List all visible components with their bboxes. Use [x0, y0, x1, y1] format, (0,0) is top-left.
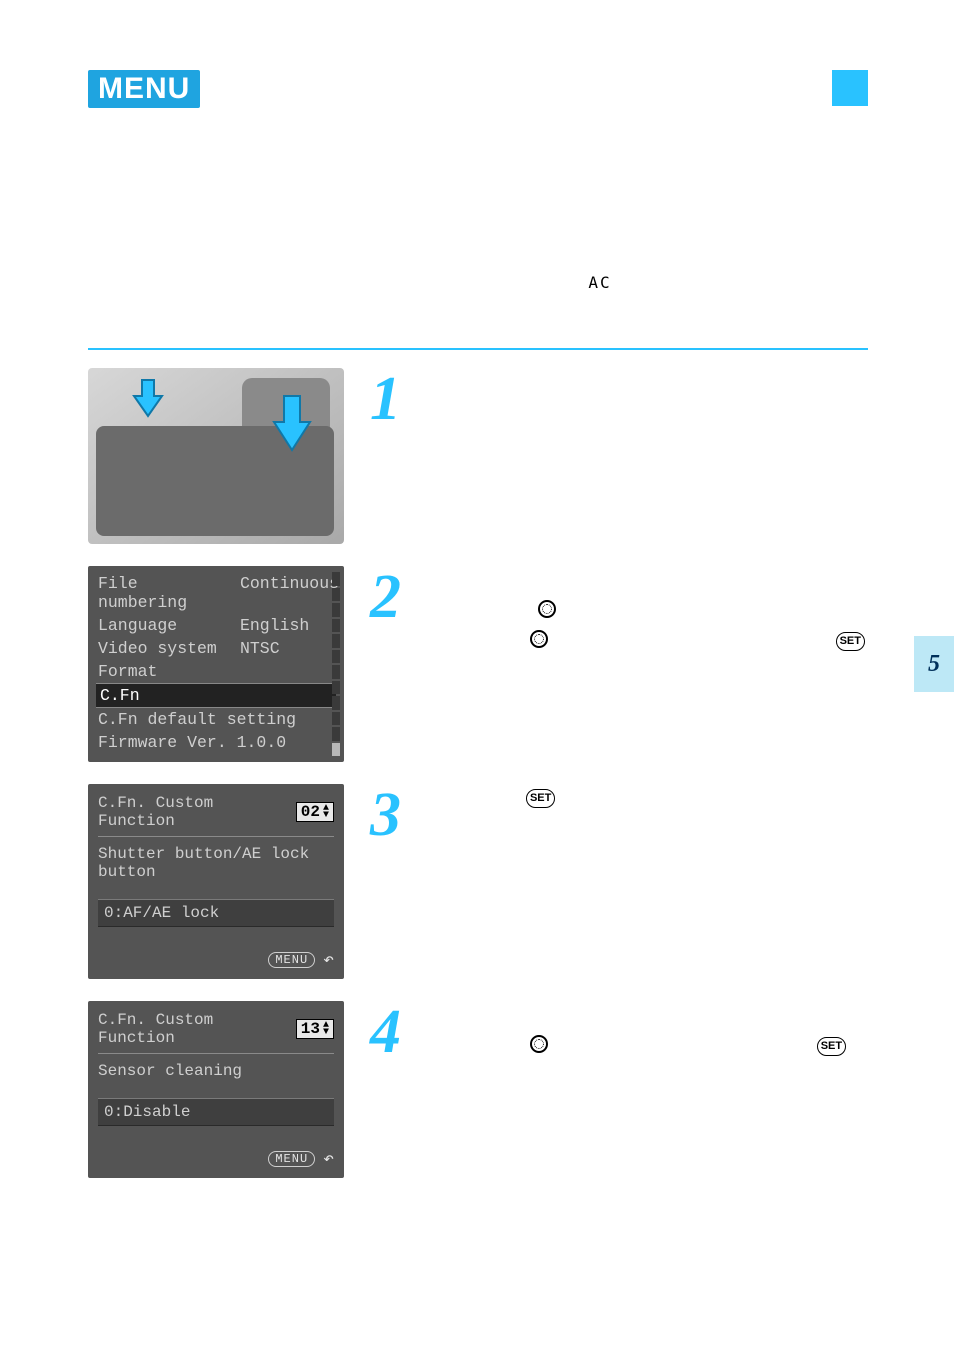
cfn-option: 0:Disable: [98, 1098, 334, 1126]
chevron-updown-icon: ▲▼: [323, 805, 329, 819]
step-number: 1: [370, 368, 414, 544]
return-icon: ↶: [323, 949, 334, 971]
step-number: 4: [370, 1001, 414, 1178]
step-1-sub-text: The battery check icon must be □ (full) …: [428, 430, 830, 475]
note-text: Before cleaning the sensor, detach the l…: [120, 271, 868, 320]
steps: 1 Install a fully-charged battery pack o…: [88, 368, 868, 1178]
menu-row: Video systemNTSC: [96, 637, 336, 660]
set-button-icon: SET: [817, 1037, 846, 1056]
page-number: 117: [464, 1304, 490, 1322]
insert-arrow-icon: [128, 378, 168, 418]
camera-illustration: [88, 368, 344, 544]
step-1-sub: The battery check icon must be □ (full) …: [428, 427, 868, 480]
note-row: Before cleaning the sensor, detach the l…: [88, 271, 868, 320]
step-4-lead: Select [C.Fn-13].: [428, 1001, 868, 1027]
cfn-number-spinner: 02 ▲▼: [296, 802, 334, 822]
step-1: 1 Install a fully-charged battery pack o…: [88, 368, 868, 544]
step-number: 2: [370, 566, 414, 762]
step-2-bullet-2: Turn the < > dial to select [ C.Fn ], th…: [428, 627, 868, 680]
menu-badge-icon: MENU: [88, 70, 200, 108]
page-title: Cleaning the Image Sensor: [214, 72, 599, 106]
dial-icon: [530, 630, 548, 648]
intro-text: The image sensor is like the film in a f…: [88, 136, 868, 241]
arrow-icon: [426, 432, 440, 446]
menu-row: LanguageEnglish: [96, 614, 336, 637]
step-1-lead: Install a fully-charged battery pack or …: [428, 368, 868, 421]
step-2-lead: Select [C.Fn].: [428, 566, 868, 592]
title-row: MENU Cleaning the Image Sensor: [88, 70, 868, 108]
dial-icon: [538, 600, 556, 618]
step-4-image: C.Fn. Custom Function 13 ▲▼ Sensor clean…: [88, 1001, 344, 1178]
step-4-bullet: Turn the < > dial to select [ 13 ], then…: [428, 1032, 868, 1058]
set-button-icon: SET: [526, 789, 555, 808]
chevron-updown-icon: ▲▼: [323, 1022, 329, 1036]
lcd-cfn: C.Fn. Custom Function 02 ▲▼ Shutter butt…: [88, 784, 344, 979]
chapter-tab: 5: [914, 636, 954, 692]
menu-pill-icon: MENU: [268, 1151, 315, 1167]
dial-icon: [530, 1035, 548, 1053]
menu-row: Firmware Ver. 1.0.0: [96, 731, 336, 754]
cfn-name: Sensor cleaning: [98, 1062, 334, 1080]
step-2: File numberingContinuous LanguageEnglish…: [88, 566, 868, 762]
set-button-icon: SET: [836, 632, 865, 651]
step-1-image: [88, 368, 344, 544]
step-2-bullet-1: Select the [ ] tab.: [428, 597, 868, 623]
menu-row: File numberingContinuous: [96, 572, 336, 614]
step-3: C.Fn. Custom Function 02 ▲▼ Shutter butt…: [88, 784, 868, 979]
battery-level-icon: AC: [588, 271, 611, 295]
step-number: 3: [370, 784, 414, 979]
step-2-image: File numberingContinuous LanguageEnglish…: [88, 566, 344, 762]
lcd-menu: File numberingContinuous LanguageEnglish…: [88, 566, 344, 762]
step-3-image: C.Fn. Custom Function 02 ▲▼ Shutter butt…: [88, 784, 344, 979]
divider: [88, 348, 868, 350]
step-4: C.Fn. Custom Function 13 ▲▼ Sensor clean…: [88, 1001, 868, 1178]
scrollbar: [332, 572, 340, 756]
menu-row-selected: C.Fn: [96, 683, 336, 708]
bullet-icon: [428, 634, 436, 642]
menu-row: Format: [96, 660, 336, 683]
menu-pill-icon: MENU: [268, 952, 315, 968]
menu-row: C.Fn default setting: [96, 708, 336, 731]
corner-accent: [832, 70, 868, 106]
return-icon: ↶: [323, 1148, 334, 1170]
bullet-icon: [88, 275, 102, 289]
bullet-icon: [428, 604, 436, 612]
cfn-option: 0:AF/AE lock: [98, 899, 334, 927]
step-3-lead: Press the < SET > button.: [428, 784, 634, 810]
insert-arrow-icon: [270, 394, 314, 452]
cfn-number-spinner: 13 ▲▼: [296, 1019, 334, 1039]
note-pre: Before cleaning the sensor, detach the l…: [120, 275, 588, 292]
cfn-header-label: C.Fn. Custom Function: [98, 1011, 296, 1047]
page-content: MENU Cleaning the Image Sensor The image…: [88, 70, 868, 1200]
cfn-name: Shutter button/AE lock button: [98, 845, 334, 881]
bullet-icon: [428, 1039, 436, 1047]
cfn-header-label: C.Fn. Custom Function: [98, 794, 296, 830]
lcd-cfn: C.Fn. Custom Function 13 ▲▼ Sensor clean…: [88, 1001, 344, 1178]
